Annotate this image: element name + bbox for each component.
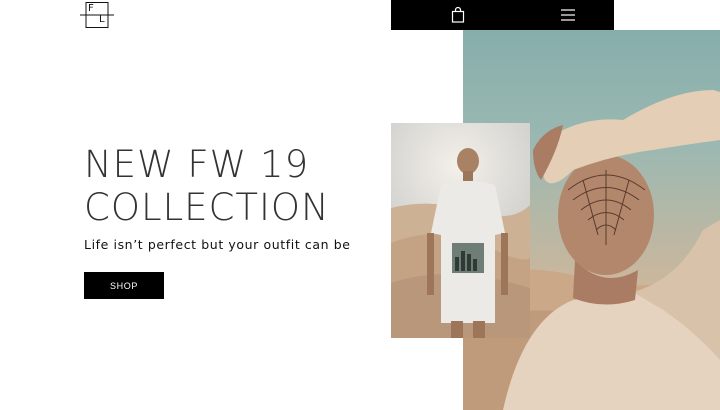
logo-letter-f: F — [88, 3, 94, 14]
logo-letters: F L — [86, 3, 108, 27]
hero-tagline: Life isn’t perfect but your outfit can b… — [84, 237, 351, 252]
hero-photo-small — [391, 123, 530, 338]
hero-title-line-1: NEW FW 19 — [84, 143, 310, 186]
hamburger-menu-icon[interactable] — [559, 6, 577, 24]
hero-title-line-2: COLLECTION — [84, 186, 330, 229]
top-nav-bar — [391, 0, 614, 30]
hero-title: NEW FW 19 COLLECTION — [84, 143, 384, 229]
brand-logo[interactable]: F L — [80, 2, 114, 28]
shopping-bag-icon[interactable] — [449, 6, 467, 24]
shop-button[interactable]: SHOP — [84, 272, 164, 299]
logo-letter-l: L — [99, 14, 105, 25]
